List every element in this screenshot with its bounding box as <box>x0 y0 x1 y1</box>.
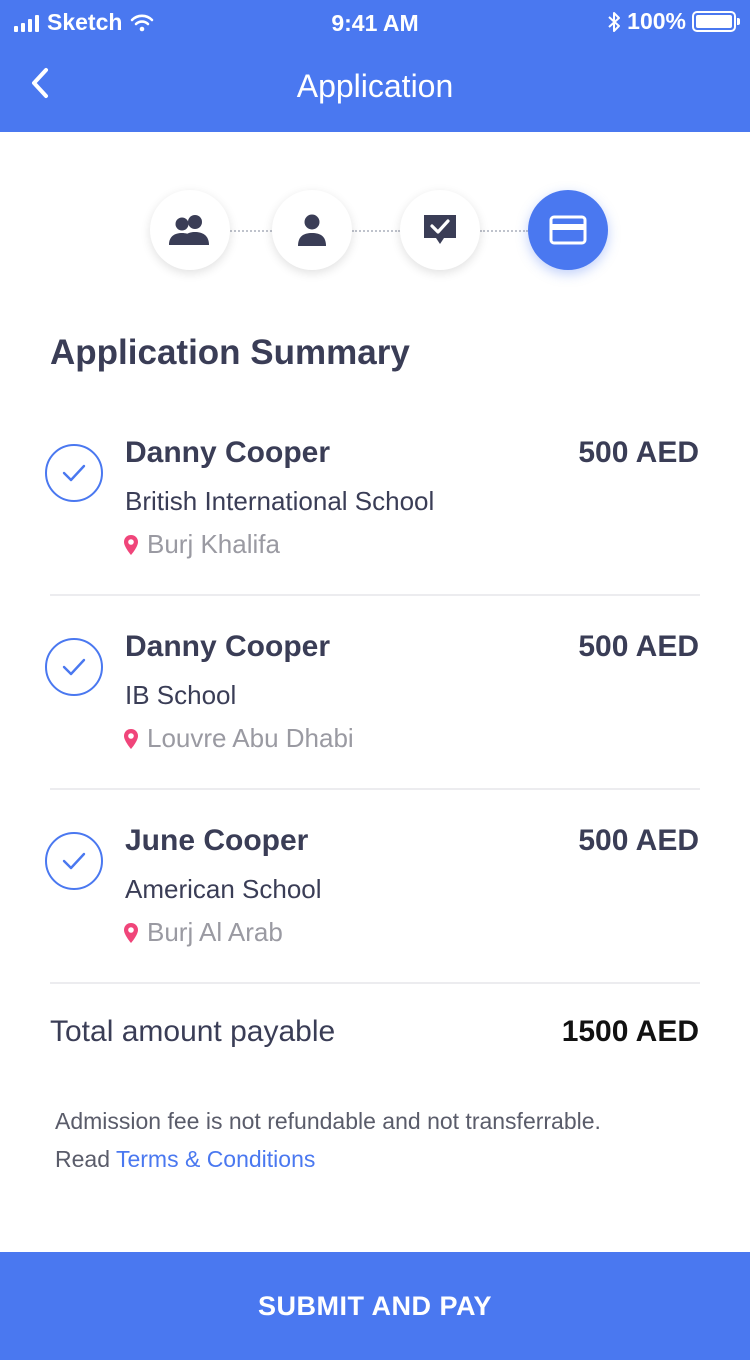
step-review[interactable] <box>400 190 480 270</box>
check-icon <box>62 464 86 482</box>
step-connector <box>480 230 528 232</box>
person-icon <box>298 214 326 246</box>
total-value: 1500 AED <box>561 1015 699 1048</box>
refund-note-text: Admission fee is not refundable and not … <box>55 1108 601 1134</box>
location-pin-icon <box>124 534 138 555</box>
list-item: June Cooper 500 AED American School Burj… <box>0 806 750 1000</box>
item-price: 500 AED <box>578 436 699 469</box>
location-pin-icon <box>124 728 138 749</box>
terms-link[interactable]: Terms & Conditions <box>116 1146 315 1172</box>
student-name: Danny Cooper <box>125 630 331 663</box>
refund-note: Admission fee is not refundable and not … <box>55 1102 601 1178</box>
item-check <box>45 444 103 502</box>
submit-and-pay-button[interactable]: SUBMIT AND PAY <box>0 1252 750 1360</box>
total-label: Total amount payable <box>50 1015 336 1048</box>
school-name: British International School <box>125 486 435 516</box>
location-pin-icon <box>124 922 138 943</box>
divider <box>50 788 700 790</box>
status-right: 100% <box>607 8 740 35</box>
page-title: Application <box>296 68 454 104</box>
battery-percent: 100% <box>627 8 686 34</box>
summary-title: Application Summary <box>50 333 410 372</box>
check-icon <box>62 658 86 676</box>
item-price: 500 AED <box>578 824 699 857</box>
step-indicator <box>150 190 610 270</box>
location-label: Louvre Abu Dhabi <box>147 723 354 753</box>
step-family[interactable] <box>150 190 230 270</box>
status-bar: Sketch 9:41 AM 100% <box>0 0 750 44</box>
check-icon <box>62 852 86 870</box>
step-person[interactable] <box>272 190 352 270</box>
read-label: Read <box>55 1146 110 1172</box>
location: Burj Khalifa <box>123 529 280 560</box>
review-check-icon <box>424 215 456 244</box>
location-label: Burj Khalifa <box>147 529 280 559</box>
divider <box>50 982 700 984</box>
location: Louvre Abu Dhabi <box>123 723 354 754</box>
bluetooth-icon <box>608 11 621 32</box>
nav-bar: Application <box>0 44 750 132</box>
item-price: 500 AED <box>578 630 699 663</box>
school-name: IB School <box>125 680 237 710</box>
card-icon <box>549 215 587 245</box>
list-item: Danny Cooper 500 AED British Internation… <box>0 418 750 612</box>
student-name: June Cooper <box>125 824 309 857</box>
step-payment[interactable] <box>528 190 608 270</box>
top-bar: Sketch 9:41 AM 100% Application <box>0 0 750 132</box>
item-check <box>45 832 103 890</box>
list-item: Danny Cooper 500 AED IB School Louvre Ab… <box>0 612 750 806</box>
battery-icon <box>692 11 740 32</box>
student-name: Danny Cooper <box>125 436 331 469</box>
divider <box>50 594 700 596</box>
item-check <box>45 638 103 696</box>
group-icon <box>169 215 209 245</box>
terms-line: Read Terms & Conditions <box>55 1140 601 1178</box>
location: Burj Al Arab <box>123 917 283 948</box>
step-connector <box>230 230 272 232</box>
step-connector <box>352 230 400 232</box>
location-label: Burj Al Arab <box>147 917 283 947</box>
school-name: American School <box>125 874 322 904</box>
